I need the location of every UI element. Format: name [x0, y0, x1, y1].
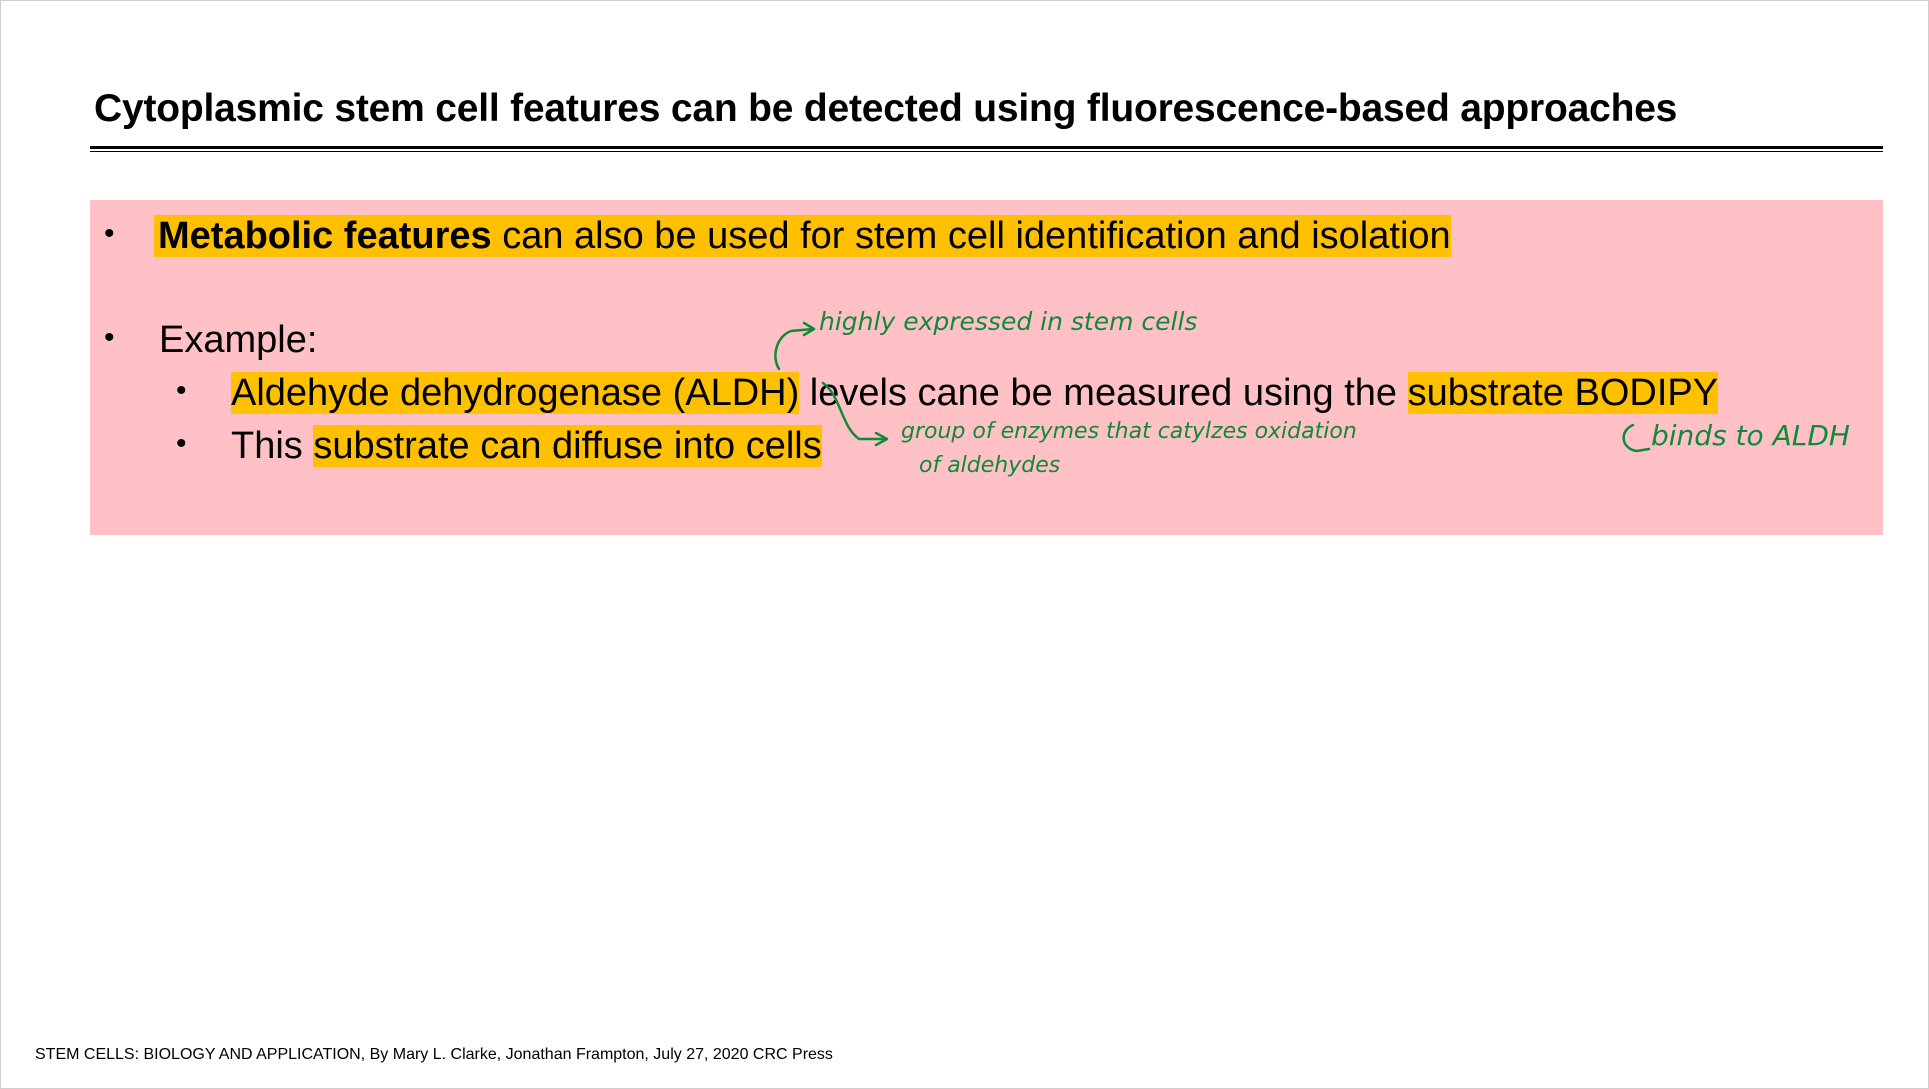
handwritten-note-enzymes: group of enzymes that catylzes oxidation: [901, 419, 1357, 444]
plain-text: levels cane be measured using the: [799, 372, 1408, 414]
slide: Cytoplasmic stem cell features can be de…: [0, 0, 1929, 1089]
highlight-diffuse: substrate can diffuse into cells: [313, 425, 822, 467]
citation-footer: STEM CELLS: BIOLOGY AND APPLICATION, By …: [35, 1046, 833, 1063]
sub-bullet-diffuse: This substrate can diffuse into cells: [231, 422, 822, 470]
highlight-aldh: Aldehyde dehydrogenase (ALDH): [231, 372, 800, 414]
bullet-example: Example:: [159, 319, 318, 361]
sub-bullet-marker: •: [176, 374, 187, 407]
bullet-marker: •: [104, 217, 115, 250]
bullet-marker: •: [104, 321, 115, 354]
bullet-metabolic-features: Metabolic features can also be used for …: [154, 212, 1451, 260]
sub-bullet-aldh: Aldehyde dehydrogenase (ALDH) levels can…: [231, 369, 1719, 417]
slide-title: Cytoplasmic stem cell features can be de…: [94, 87, 1678, 130]
highlight-text: can also be used for stem cell identific…: [491, 215, 1451, 257]
title-divider-thick: [90, 146, 1883, 149]
handwritten-note-binds: binds to ALDH: [1651, 419, 1850, 452]
title-divider-thin: [90, 151, 1883, 152]
ink-strokes: [774, 321, 1651, 453]
handwritten-note-aldehydes: of aldehydes: [919, 453, 1061, 478]
handwritten-note-highly-expressed: highly expressed in stem cells: [819, 307, 1198, 336]
highlight-bodipy: substrate BODIPY: [1407, 372, 1719, 414]
plain-text: This: [231, 425, 314, 467]
bold-highlight-text: Metabolic features: [158, 215, 492, 257]
sub-bullet-marker: •: [176, 427, 187, 460]
